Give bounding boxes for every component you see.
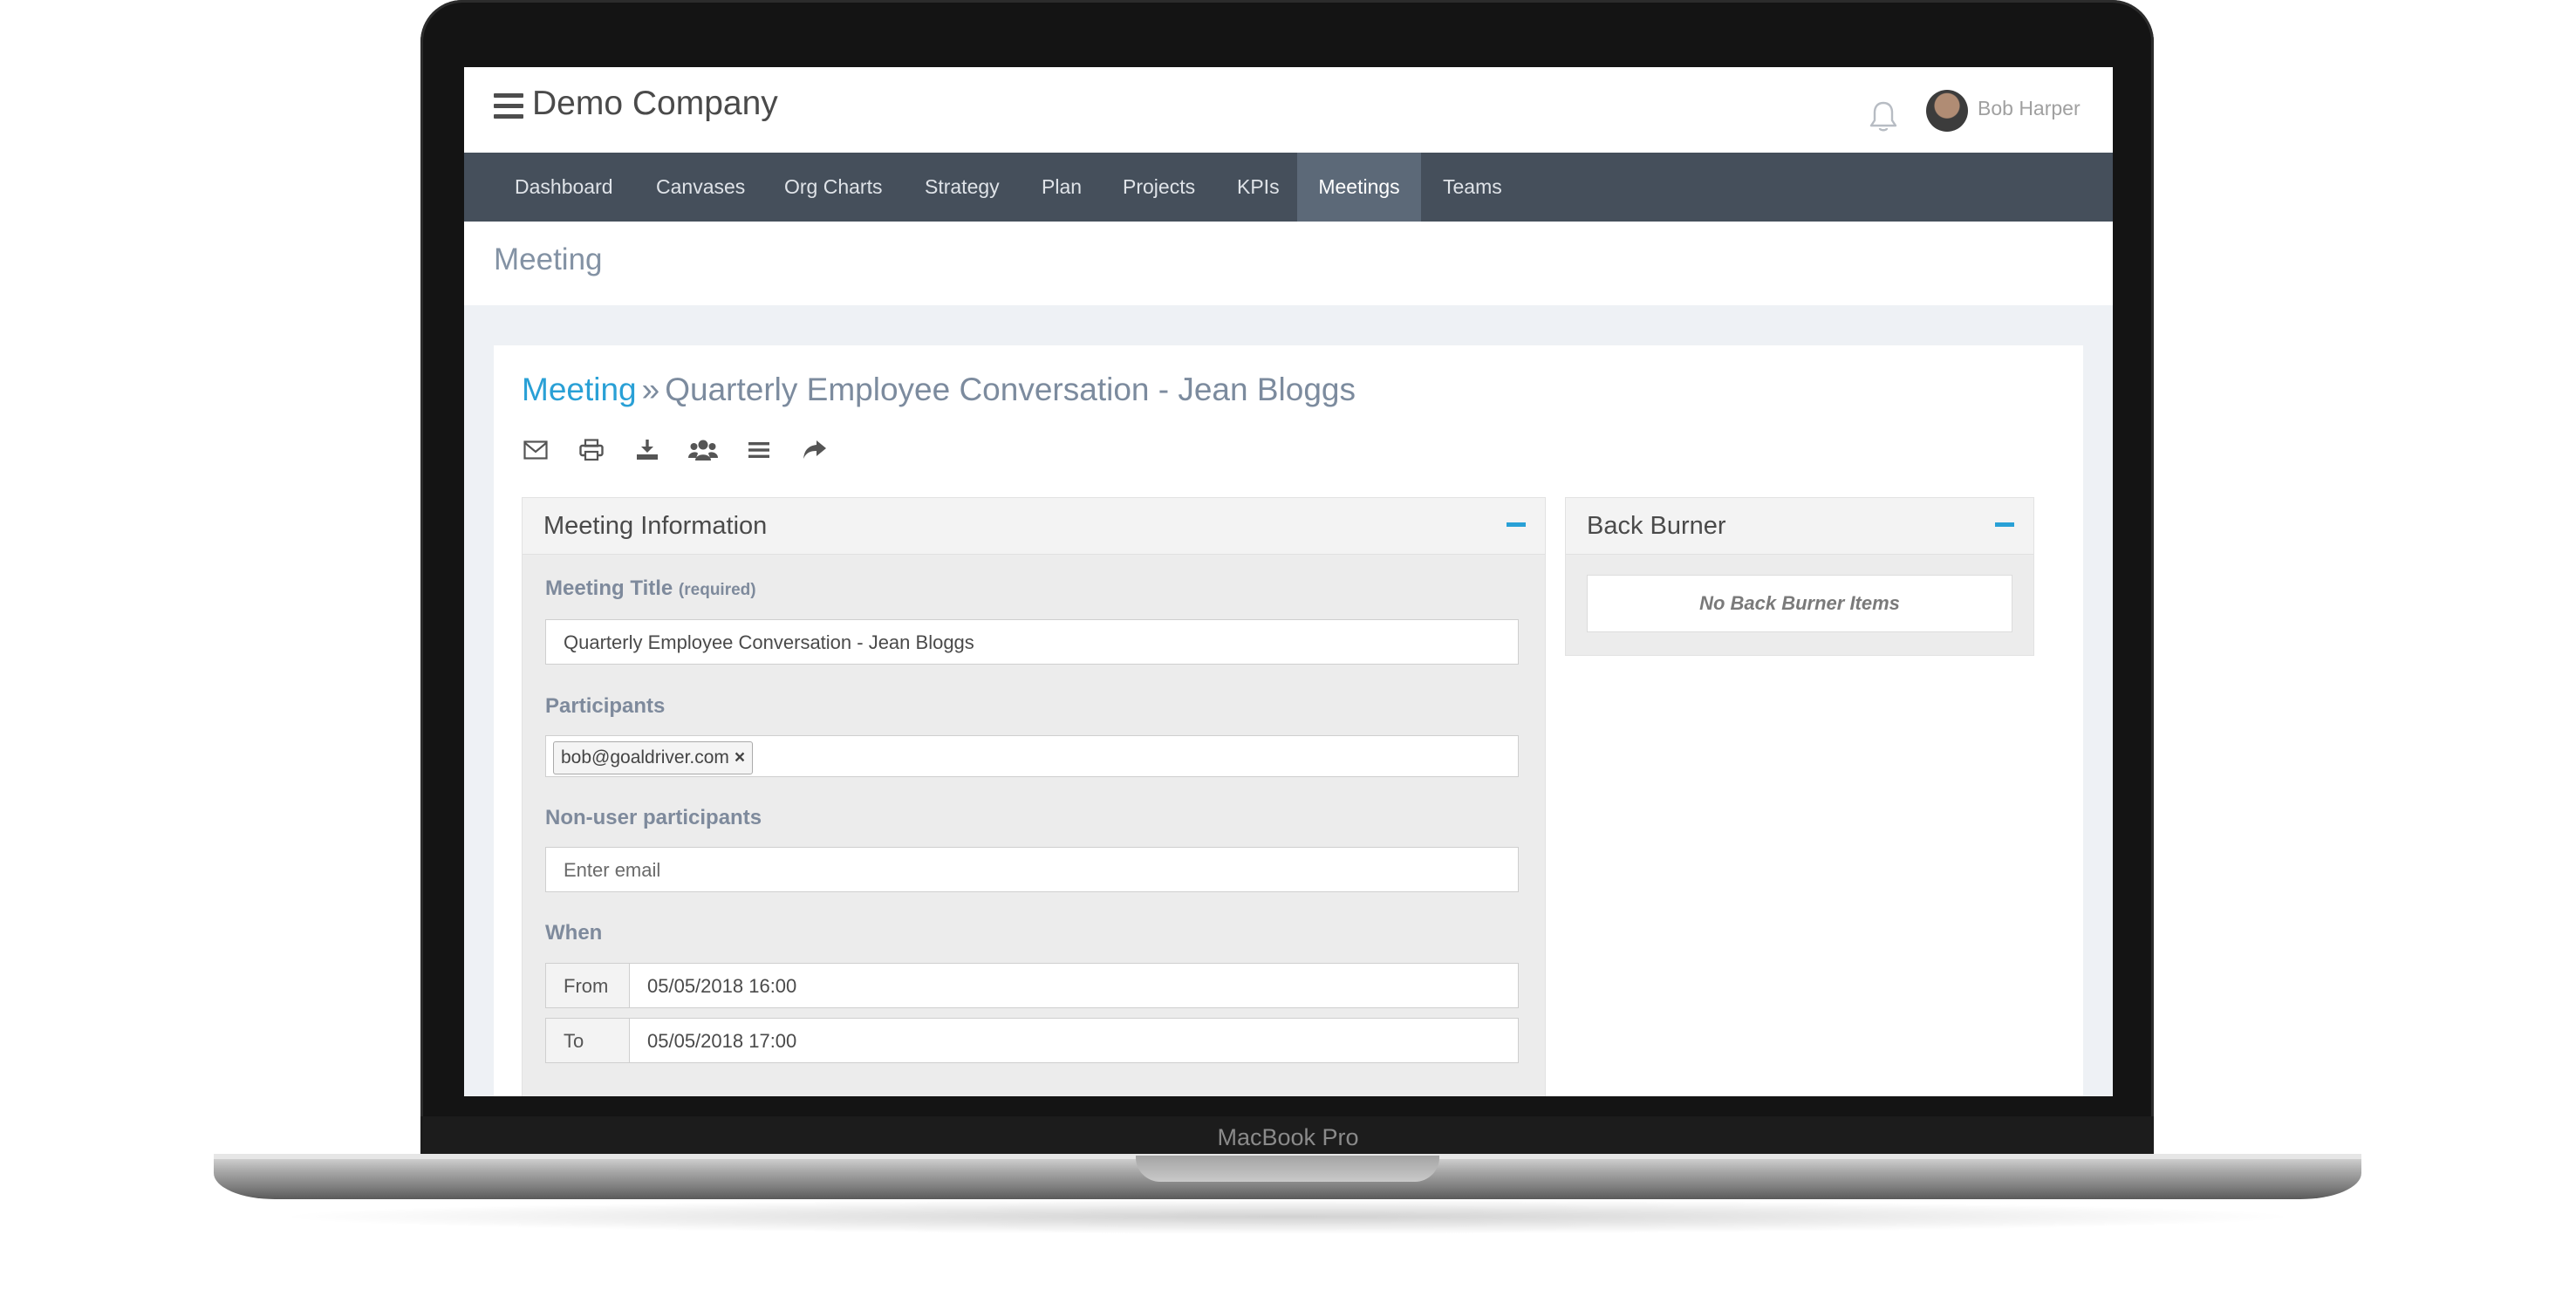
back-burner-panel: Back Burner No Back Burner Items	[1565, 497, 2034, 656]
nav-plan[interactable]: Plan	[1042, 153, 1082, 222]
meeting-info-panel: Meeting Information Meeting Title (requi…	[522, 497, 1546, 1096]
device-label: MacBook Pro	[1217, 1124, 1359, 1150]
from-date-value: 05/05/2018 16:00	[647, 975, 797, 997]
nav-dashboard[interactable]: Dashboard	[464, 153, 616, 222]
share-icon[interactable]	[797, 433, 832, 467]
breadcrumb: Meeting» Quarterly Employee Conversation …	[522, 372, 1356, 408]
nav-strategy[interactable]: Strategy	[925, 153, 1000, 222]
breadcrumb-current: Quarterly Employee Conversation - Jean B…	[665, 372, 1356, 407]
top-bar: Demo Company Bob Harper	[464, 67, 2113, 153]
meeting-card: Meeting» Quarterly Employee Conversation …	[494, 345, 2083, 1096]
breadcrumb-meeting-link[interactable]: Meeting	[522, 372, 637, 407]
page-header: Meeting	[464, 222, 2113, 305]
content-area: Meeting» Quarterly Employee Conversation …	[464, 305, 2113, 1096]
participant-tag: bob@goaldriver.com ×	[553, 741, 754, 774]
collapse-meeting-info-icon[interactable]	[1507, 522, 1526, 527]
back-burner-empty-text: No Back Burner Items	[1699, 592, 1900, 614]
meeting-info-header: Meeting Information	[523, 498, 1545, 555]
laptop-shadow	[270, 1199, 2305, 1234]
nav-teams[interactable]: Teams	[1443, 153, 1502, 222]
download-icon[interactable]	[630, 433, 665, 467]
nonuser-participants-label: Non-user participants	[545, 806, 762, 829]
breadcrumb-separator: »	[641, 372, 660, 407]
nonuser-email-input[interactable]: Enter email	[545, 847, 1519, 892]
envelope-icon[interactable]	[518, 433, 553, 467]
main-nav: Dashboard Canvases Org Charts Strategy P…	[464, 153, 2113, 222]
participant-email: bob@goaldriver.com	[561, 747, 729, 767]
to-label: To	[564, 1030, 584, 1052]
to-addon: To	[546, 1019, 630, 1062]
print-icon[interactable]	[574, 433, 609, 467]
participants-label: Participants	[545, 694, 666, 718]
nav-kpis[interactable]: KPIs	[1237, 153, 1280, 222]
meeting-info-title: Meeting Information	[543, 512, 768, 540]
nonuser-email-placeholder: Enter email	[564, 859, 661, 881]
page-title: Meeting	[494, 242, 603, 276]
app-screen: Demo Company Bob Harper Dashboard Canvas…	[464, 67, 2113, 1096]
bell-icon[interactable]	[1869, 100, 1898, 138]
company-name[interactable]: Demo Company	[532, 85, 778, 123]
to-date-input[interactable]: To 05/05/2018 17:00	[545, 1018, 1519, 1063]
laptop-notch	[1136, 1156, 1439, 1182]
from-label: From	[564, 975, 609, 997]
hamburger-icon[interactable]	[494, 93, 523, 119]
meeting-title-label: Meeting Title (required)	[545, 576, 756, 600]
nav-canvases[interactable]: Canvases	[656, 153, 745, 222]
user-avatar[interactable]	[1926, 90, 1968, 132]
list-icon[interactable]	[741, 433, 776, 467]
back-burner-empty: No Back Burner Items	[1587, 575, 2012, 632]
meeting-title-value: Quarterly Employee Conversation - Jean B…	[564, 631, 974, 653]
nav-org-charts[interactable]: Org Charts	[784, 153, 882, 222]
nav-projects[interactable]: Projects	[1123, 153, 1195, 222]
participants-input[interactable]: bob@goaldriver.com ×	[545, 735, 1519, 777]
from-addon: From	[546, 964, 630, 1007]
when-label: When	[545, 921, 603, 945]
nav-meetings[interactable]: Meetings	[1297, 153, 1421, 222]
user-name[interactable]: Bob Harper	[1978, 97, 2081, 120]
group-icon[interactable]	[686, 433, 721, 467]
to-date-value: 05/05/2018 17:00	[647, 1030, 797, 1052]
collapse-back-burner-icon[interactable]	[1995, 522, 2014, 527]
back-burner-header: Back Burner	[1566, 498, 2033, 555]
meeting-title-input[interactable]: Quarterly Employee Conversation - Jean B…	[545, 619, 1519, 665]
back-burner-title: Back Burner	[1587, 512, 1726, 540]
remove-participant-icon[interactable]: ×	[735, 747, 745, 767]
from-date-input[interactable]: From 05/05/2018 16:00	[545, 963, 1519, 1008]
